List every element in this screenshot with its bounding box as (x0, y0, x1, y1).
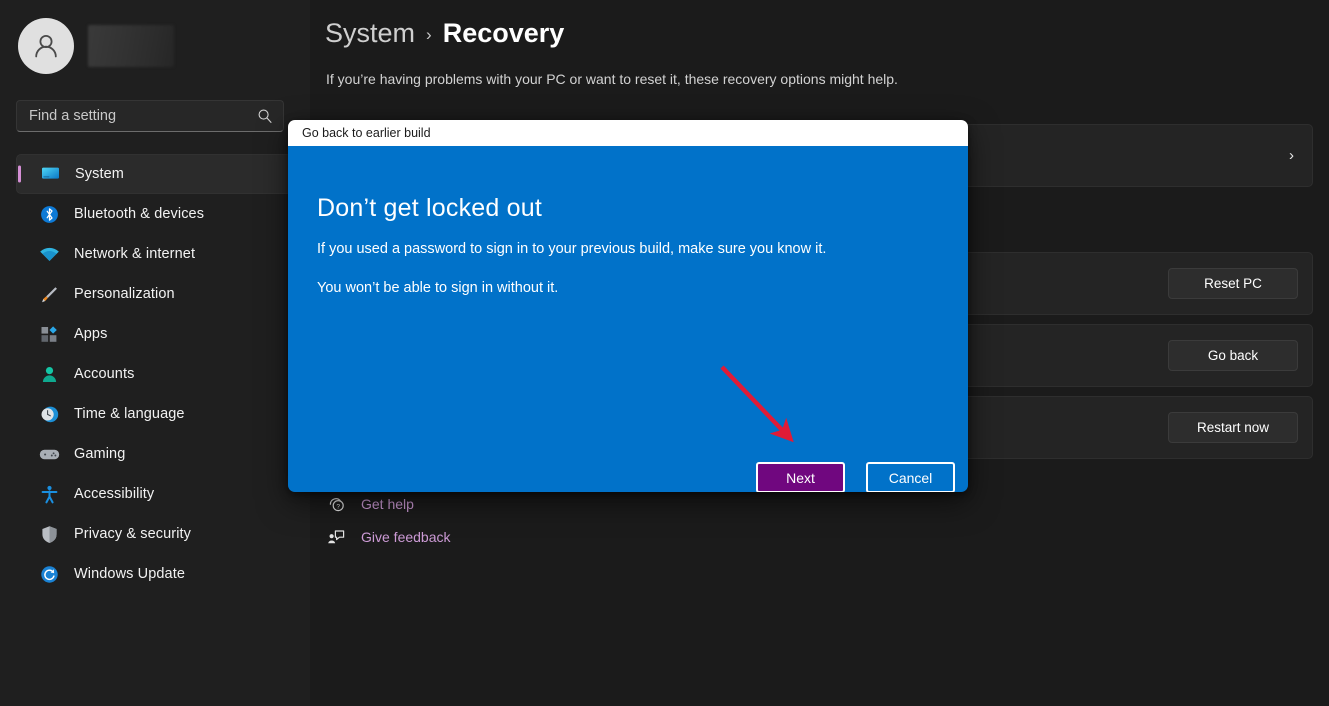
breadcrumb-parent[interactable]: System (325, 18, 415, 49)
give-feedback-label: Give feedback (361, 529, 451, 545)
sidebar-item-label: Accessibility (74, 486, 155, 502)
sidebar-item-gaming[interactable]: Gaming (16, 434, 292, 474)
sidebar-item-label: Network & internet (74, 246, 196, 262)
give-feedback-link[interactable]: Give feedback (325, 527, 451, 547)
sidebar-item-label: Privacy & security (74, 526, 192, 542)
sidebar-item-accessibility[interactable]: Accessibility (16, 474, 292, 514)
user-profile[interactable] (18, 18, 174, 74)
sidebar: System Bluetooth & devices (0, 0, 310, 706)
sidebar-item-label: Time & language (74, 406, 185, 422)
dialog-titlebar: Go back to earlier build (288, 120, 968, 146)
go-back-dialog: Go back to earlier build Don’t get locke… (288, 120, 968, 492)
apps-grid-icon (38, 324, 60, 344)
search-icon (257, 108, 273, 124)
gamepad-icon (38, 444, 60, 464)
sidebar-item-accounts[interactable]: Accounts (16, 354, 292, 394)
sidebar-item-label: Personalization (74, 286, 175, 302)
sidebar-item-label: Accounts (74, 366, 135, 382)
sidebar-item-windows-update[interactable]: Windows Update (16, 554, 292, 594)
dialog-body: Don’t get locked out If you used a passw… (288, 146, 968, 492)
dialog-actions: Next Cancel (756, 462, 955, 492)
user-name-redacted (88, 25, 174, 67)
sidebar-item-label: Bluetooth & devices (74, 206, 205, 222)
svg-text:?: ? (336, 503, 340, 510)
get-help-link[interactable]: ? Get help (325, 494, 414, 514)
go-back-button[interactable]: Go back (1168, 340, 1298, 371)
sidebar-item-privacy-security[interactable]: Privacy & security (16, 514, 292, 554)
update-refresh-icon (38, 564, 60, 584)
chevron-right-icon: › (1289, 147, 1294, 164)
sidebar-item-network-internet[interactable]: Network & internet (16, 234, 292, 274)
person-avatar-icon (18, 18, 74, 74)
accessibility-icon (38, 484, 60, 504)
dialog-heading: Don’t get locked out (317, 194, 542, 222)
sidebar-item-label: Gaming (74, 446, 126, 462)
shield-icon (38, 524, 60, 544)
bluetooth-icon (38, 204, 60, 224)
person-icon (38, 364, 60, 384)
sidebar-item-time-language[interactable]: Time & language (16, 394, 292, 434)
give-feedback-icon (325, 527, 347, 547)
next-button[interactable]: Next (756, 462, 845, 492)
page-title: Recovery (442, 18, 565, 48)
get-help-icon: ? (325, 494, 347, 514)
chevron-right-icon: › (426, 25, 432, 44)
dialog-paragraph-2: You won’t be able to sign in without it. (317, 280, 559, 296)
sidebar-item-label: Apps (74, 326, 108, 342)
monitor-icon (39, 164, 61, 184)
clock-globe-icon (38, 404, 60, 424)
breadcrumb: System › Recovery (325, 18, 564, 49)
sidebar-item-apps[interactable]: Apps (16, 314, 292, 354)
sidebar-item-personalization[interactable]: Personalization (16, 274, 292, 314)
sidebar-item-label: System (75, 166, 124, 182)
search-input[interactable] (29, 108, 257, 124)
sidebar-nav: System Bluetooth & devices Network & int… (16, 154, 292, 594)
sidebar-item-label: Windows Update (74, 566, 186, 582)
settings-window: System Bluetooth & devices (0, 0, 1329, 706)
paintbrush-icon (38, 284, 60, 304)
restart-now-button[interactable]: Restart now (1168, 412, 1298, 443)
get-help-label: Get help (361, 496, 414, 512)
page-subtitle: If you’re having problems with your PC o… (326, 71, 898, 87)
reset-pc-button[interactable]: Reset PC (1168, 268, 1298, 299)
sidebar-item-bluetooth-devices[interactable]: Bluetooth & devices (16, 194, 292, 234)
dialog-paragraph-1: If you used a password to sign in to you… (317, 241, 827, 257)
cancel-button[interactable]: Cancel (866, 462, 955, 492)
dialog-title: Go back to earlier build (302, 126, 431, 140)
wifi-icon (38, 244, 60, 264)
search-box[interactable] (16, 100, 284, 132)
sidebar-item-system[interactable]: System (16, 154, 292, 194)
